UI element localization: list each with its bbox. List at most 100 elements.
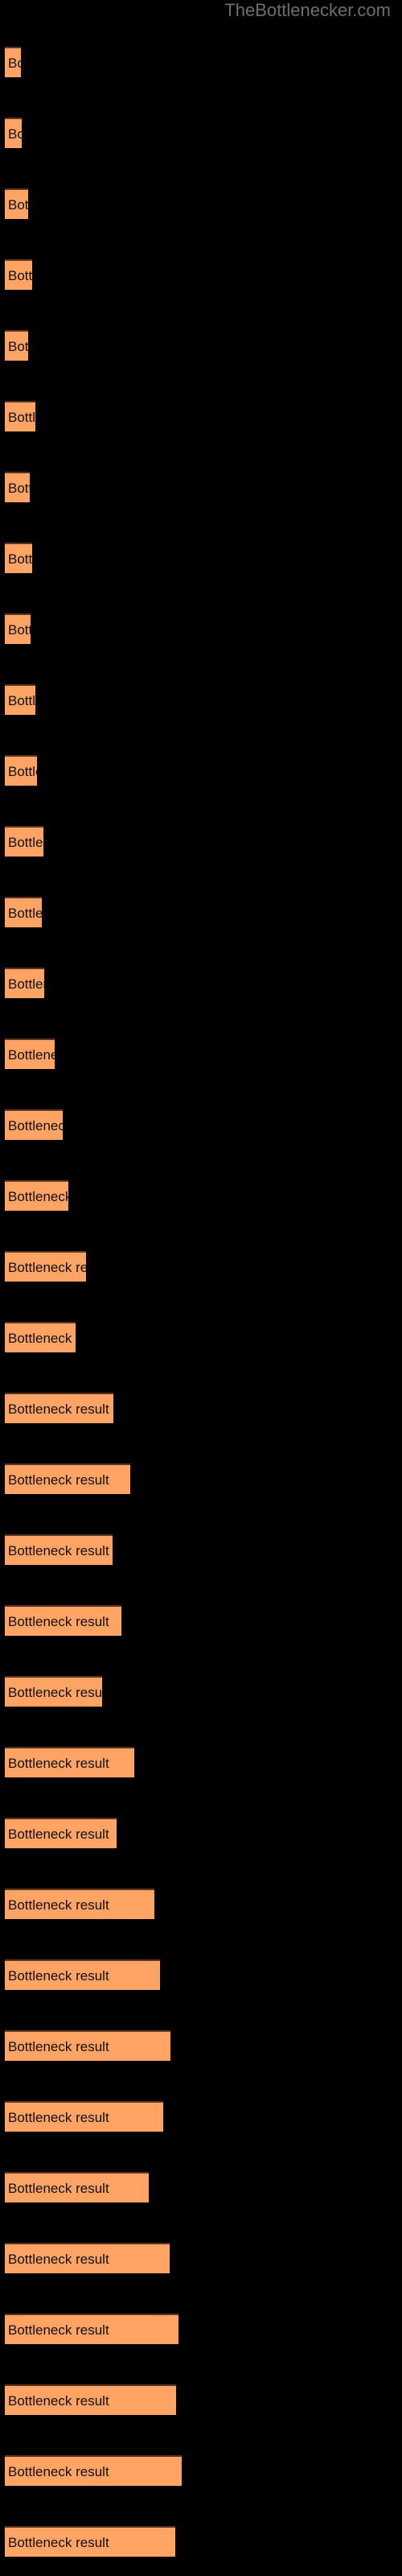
bar-row: Bottleneck result (5, 1251, 86, 1282)
bar: Bottleneck result (5, 684, 35, 715)
bar: Bottleneck result (5, 2384, 176, 2415)
bar: Bottleneck result (5, 2101, 163, 2132)
bar-label: Bottleneck result (8, 1118, 63, 1133)
bar: Bottleneck result (5, 330, 28, 361)
bar-row: Bottleneck result (5, 1959, 160, 1990)
bar: Bottleneck result (5, 755, 37, 786)
bar-row: Bottleneck result (5, 330, 28, 361)
bar-label: Bottleneck result (8, 1189, 68, 1204)
bar-row: Bottleneck result (5, 897, 42, 927)
bar-label: Bottleneck result (8, 1968, 109, 1984)
bar-row: Bottleneck result (5, 1322, 76, 1352)
bar-label: Bottleneck result (8, 906, 42, 921)
bar: Bottleneck result (5, 1322, 76, 1352)
bar: Bottleneck result (5, 1534, 113, 1565)
bar: Bottleneck result (5, 543, 32, 573)
bar-label: Bottleneck result (8, 2464, 109, 2479)
bar: Bottleneck result (5, 1889, 154, 1919)
bar: Bottleneck result (5, 826, 43, 857)
bar: Bottleneck result (5, 1676, 102, 1707)
bar-row: Bottleneck result (5, 2384, 176, 2415)
bar: Bottleneck result (5, 1109, 63, 1140)
bar-row: Bottleneck result (5, 2455, 182, 2486)
bar-row: Bottleneck result (5, 2243, 170, 2273)
bar-row: Bottleneck result (5, 1534, 113, 1565)
bar-label: Bottleneck result (8, 1543, 109, 1558)
bar-label: Bottleneck result (8, 126, 22, 142)
bar: Bottleneck result (5, 1463, 130, 1494)
bar-row: Bottleneck result (5, 755, 37, 786)
bar-row: Bottleneck result (5, 2172, 149, 2202)
bar: Bottleneck result (5, 2243, 170, 2273)
bar-label: Bottleneck result (8, 268, 32, 283)
bar: Bottleneck result (5, 1818, 117, 1848)
bar: Bottleneck result (5, 1605, 121, 1636)
bar-label: Bottleneck result (8, 622, 31, 638)
bar-row: Bottleneck result (5, 1605, 121, 1636)
bar-row: Bottleneck result (5, 1393, 113, 1423)
bar-label: Bottleneck result (8, 2535, 109, 2550)
bar: Bottleneck result (5, 401, 35, 431)
bar-label: Bottleneck result (8, 197, 28, 213)
bar-label: Bottleneck result (8, 551, 32, 567)
bar-label: Bottleneck result (8, 2110, 109, 2125)
bar-row: Bottleneck result (5, 684, 35, 715)
bar: Bottleneck result (5, 1038, 55, 1069)
bar-label: Bottleneck result (8, 1260, 86, 1275)
bar-row: Bottleneck result (5, 472, 30, 502)
bar-row: Bottleneck result (5, 2030, 170, 2061)
bottleneck-bar-chart: TheBottlenecker.com Bottleneck resultBot… (0, 0, 402, 2576)
bar: Bottleneck result (5, 2455, 182, 2486)
bar-label: Bottleneck result (8, 2393, 109, 2409)
bar-label: Bottleneck result (8, 2322, 109, 2338)
bar-row: Bottleneck result (5, 118, 22, 148)
bar-label: Bottleneck result (8, 2181, 109, 2196)
bar-row: Bottleneck result (5, 826, 43, 857)
bar-label: Bottleneck result (8, 1614, 109, 1629)
bar-label: Bottleneck result (8, 693, 35, 708)
bar-row: Bottleneck result (5, 1463, 130, 1494)
bar-row: Bottleneck result (5, 613, 31, 644)
bar: Bottleneck result (5, 613, 31, 644)
bar: Bottleneck result (5, 118, 22, 148)
bar-row: Bottleneck result (5, 47, 21, 77)
bar-label: Bottleneck result (8, 764, 37, 779)
bar-row: Bottleneck result (5, 1747, 134, 1777)
bar: Bottleneck result (5, 968, 44, 998)
bar-row: Bottleneck result (5, 2526, 175, 2557)
bar-label: Bottleneck result (8, 339, 28, 354)
bar: Bottleneck result (5, 2172, 149, 2202)
bar: Bottleneck result (5, 1393, 113, 1423)
bar: Bottleneck result (5, 47, 21, 77)
bars-layer: Bottleneck result Bottleneck result Bottle… (0, 0, 402, 2576)
bar-row: Bottleneck result (5, 1109, 63, 1140)
bar-label: Bottleneck result (8, 2252, 109, 2267)
bar: Bottleneck result (5, 2030, 170, 2061)
bar: Bottleneck result (5, 188, 28, 219)
bar-row: Bottleneck result (5, 1038, 55, 1069)
bar-row: Bottleneck result (5, 188, 28, 219)
bar-label: Bottleneck result (8, 1331, 76, 1346)
bar-label: Bottleneck result (8, 976, 44, 992)
bar-row: Bottleneck result (5, 2101, 163, 2132)
bar: Bottleneck result (5, 259, 32, 290)
bar-label: Bottleneck result (8, 410, 35, 425)
bar-label: Bottleneck result (8, 481, 30, 496)
bar-label: Bottleneck result (8, 56, 21, 71)
bar-row: Bottleneck result (5, 1889, 154, 1919)
bar-row: Bottleneck result (5, 1180, 68, 1211)
bar-label: Bottleneck result (8, 1827, 109, 1842)
bar-label: Bottleneck result (8, 1047, 55, 1063)
bar: Bottleneck result (5, 1180, 68, 1211)
bar: Bottleneck result (5, 2314, 178, 2344)
bar-label: Bottleneck result (8, 1756, 109, 1771)
bar-label: Bottleneck result (8, 1685, 102, 1700)
bar: Bottleneck result (5, 897, 42, 927)
bar-label: Bottleneck result (8, 835, 43, 850)
bar-row: Bottleneck result (5, 1818, 117, 1848)
bar: Bottleneck result (5, 2526, 175, 2557)
bar: Bottleneck result (5, 1747, 134, 1777)
bar-label: Bottleneck result (8, 1402, 109, 1417)
bar-row: Bottleneck result (5, 1676, 102, 1707)
bar-row: Bottleneck result (5, 968, 44, 998)
